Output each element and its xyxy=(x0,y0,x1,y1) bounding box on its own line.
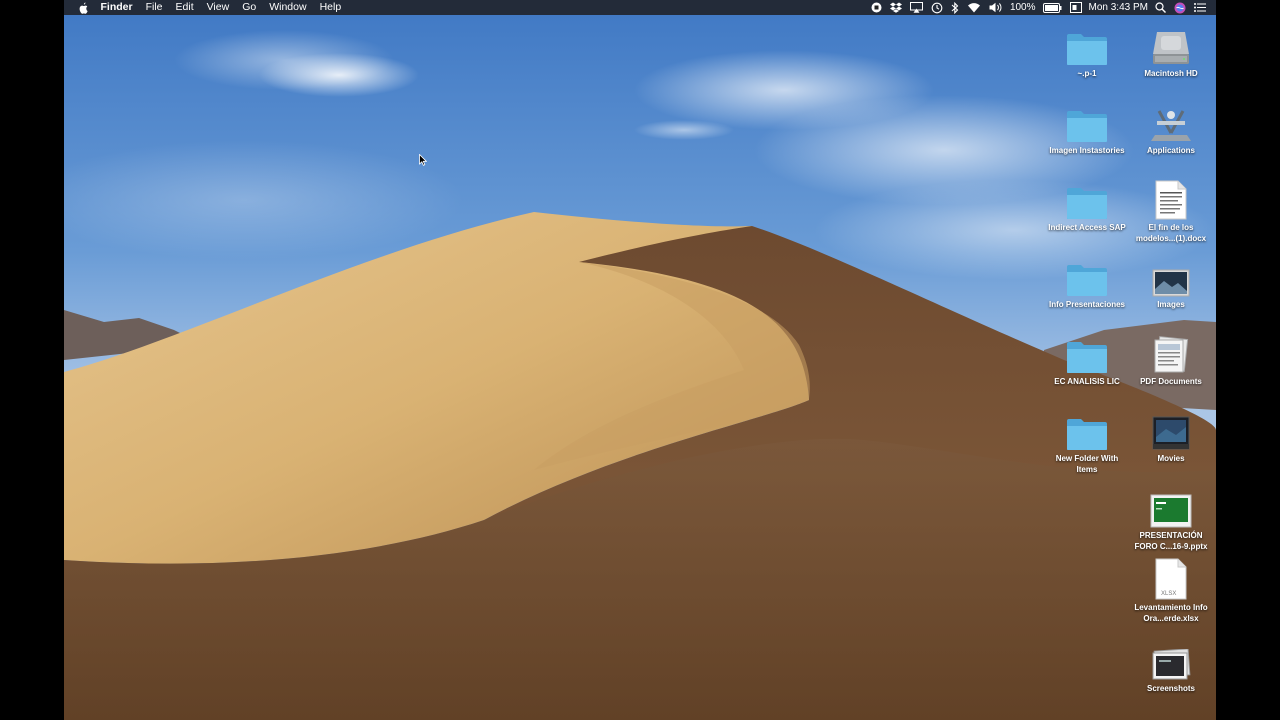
desktop-item-macintosh-hd[interactable]: Macintosh HD xyxy=(1129,26,1213,80)
desktop-item-p1-folder[interactable]: ~.p-1 xyxy=(1045,26,1129,80)
spotlight-icon[interactable] xyxy=(1151,0,1170,15)
display-icon[interactable] xyxy=(1066,0,1086,15)
menu-help[interactable]: Help xyxy=(313,0,348,15)
desktop-item-label: Indirect Access SAP xyxy=(1048,223,1126,232)
menu-bar: Finder File Edit View Go Window Help 100… xyxy=(64,0,1216,15)
desktop-item-label: Screenshots xyxy=(1146,684,1196,693)
dropbox-icon[interactable] xyxy=(886,0,906,15)
desktop-item-label: Applications xyxy=(1146,146,1195,155)
image-folder-icon xyxy=(1149,257,1193,297)
folder-icon xyxy=(1065,26,1109,66)
battery-icon[interactable] xyxy=(1039,0,1066,15)
desktop-item-imagen-instastories[interactable]: Imagen Instastories xyxy=(1045,103,1129,157)
time-machine-icon[interactable] xyxy=(927,0,947,15)
menu-go[interactable]: Go xyxy=(236,0,263,15)
folder-icon xyxy=(1065,411,1109,451)
desktop-item-ec-analisis-lic[interactable]: EC ANALISIS LIC xyxy=(1045,334,1129,388)
menu-edit[interactable]: Edit xyxy=(169,0,200,15)
xlsx-badge: XLSX xyxy=(1161,591,1177,597)
folder-icon xyxy=(1065,257,1109,297)
desktop-item-label: Info Presentaciones xyxy=(1048,300,1126,309)
screenshots-icon xyxy=(1149,641,1193,681)
desktop-item-label: Imagen Instastories xyxy=(1049,146,1125,155)
movies-icon xyxy=(1149,411,1193,451)
menu-window[interactable]: Window xyxy=(263,0,313,15)
bluetooth-icon[interactable] xyxy=(947,0,963,15)
desktop-item-images[interactable]: Images xyxy=(1129,257,1213,311)
airplay-icon[interactable] xyxy=(906,0,927,15)
folder-icon xyxy=(1065,103,1109,143)
desktop-item-applications[interactable]: Applications xyxy=(1129,103,1213,157)
desktop-item-new-folder-with-items[interactable]: New Folder With Items xyxy=(1045,411,1129,475)
desktop-item-docx[interactable]: El fin de los modelos...(1).docx xyxy=(1129,180,1213,244)
desktop-item-label: El fin de los modelos...(1).docx xyxy=(1135,223,1207,243)
desktop-item-pptx[interactable]: PRESENTACIÓN FORO C...16-9.pptx xyxy=(1129,488,1213,552)
desktop-item-pdf-documents[interactable]: PDF Documents xyxy=(1129,334,1213,388)
folder-icon xyxy=(1065,334,1109,374)
desktop-item-info-presentaciones[interactable]: Info Presentaciones xyxy=(1045,257,1129,311)
desktop-item-label: PDF Documents xyxy=(1140,377,1202,386)
hard-drive-icon xyxy=(1149,26,1193,66)
wifi-icon[interactable] xyxy=(963,0,985,15)
desktop-item-label: Movies xyxy=(1157,454,1185,463)
menu-clock[interactable]: Mon 3:43 PM xyxy=(1086,0,1151,15)
applications-icon xyxy=(1149,103,1193,143)
battery-percentage: 100% xyxy=(1009,2,1036,13)
desktop-item-label: PRESENTACIÓN FORO C...16-9.pptx xyxy=(1134,531,1208,551)
pdf-stack-icon xyxy=(1149,334,1193,374)
desktop-item-label: New Folder With Items xyxy=(1055,454,1119,474)
desktop-item-screenshots[interactable]: Screenshots xyxy=(1129,641,1213,695)
menu-view[interactable]: View xyxy=(200,0,236,15)
desktop-item-label: ~.p-1 xyxy=(1077,69,1097,78)
desktop-item-label: Levantamiento Info Ora...erde.xlsx xyxy=(1134,603,1208,623)
desktop: Finder File Edit View Go Window Help 100… xyxy=(64,0,1216,720)
mouse-pointer-icon xyxy=(419,154,427,166)
document-icon xyxy=(1149,180,1193,220)
siri-icon[interactable] xyxy=(1170,0,1190,15)
notification-center-icon[interactable] xyxy=(1190,0,1216,15)
desktop-item-xlsx[interactable]: XLSX Levantamiento Info Ora...erde.xlsx xyxy=(1129,558,1213,624)
apple-menu-icon[interactable] xyxy=(72,0,94,15)
desktop-item-label: Images xyxy=(1157,300,1185,309)
desktop-item-label: Macintosh HD xyxy=(1144,69,1198,78)
desktop-wallpaper xyxy=(64,0,1216,720)
desktop-item-indirect-access-sap[interactable]: Indirect Access SAP xyxy=(1045,180,1129,234)
screen-record-icon[interactable] xyxy=(867,0,886,15)
desktop-item-label: EC ANALISIS LIC xyxy=(1054,377,1120,386)
menu-file[interactable]: File xyxy=(139,0,169,15)
folder-icon xyxy=(1065,180,1109,220)
desktop-item-movies[interactable]: Movies xyxy=(1129,411,1213,465)
presentation-icon xyxy=(1149,488,1193,528)
spreadsheet-icon: XLSX xyxy=(1149,558,1193,600)
menu-app-finder[interactable]: Finder xyxy=(94,0,139,15)
volume-icon[interactable] xyxy=(985,0,1007,15)
